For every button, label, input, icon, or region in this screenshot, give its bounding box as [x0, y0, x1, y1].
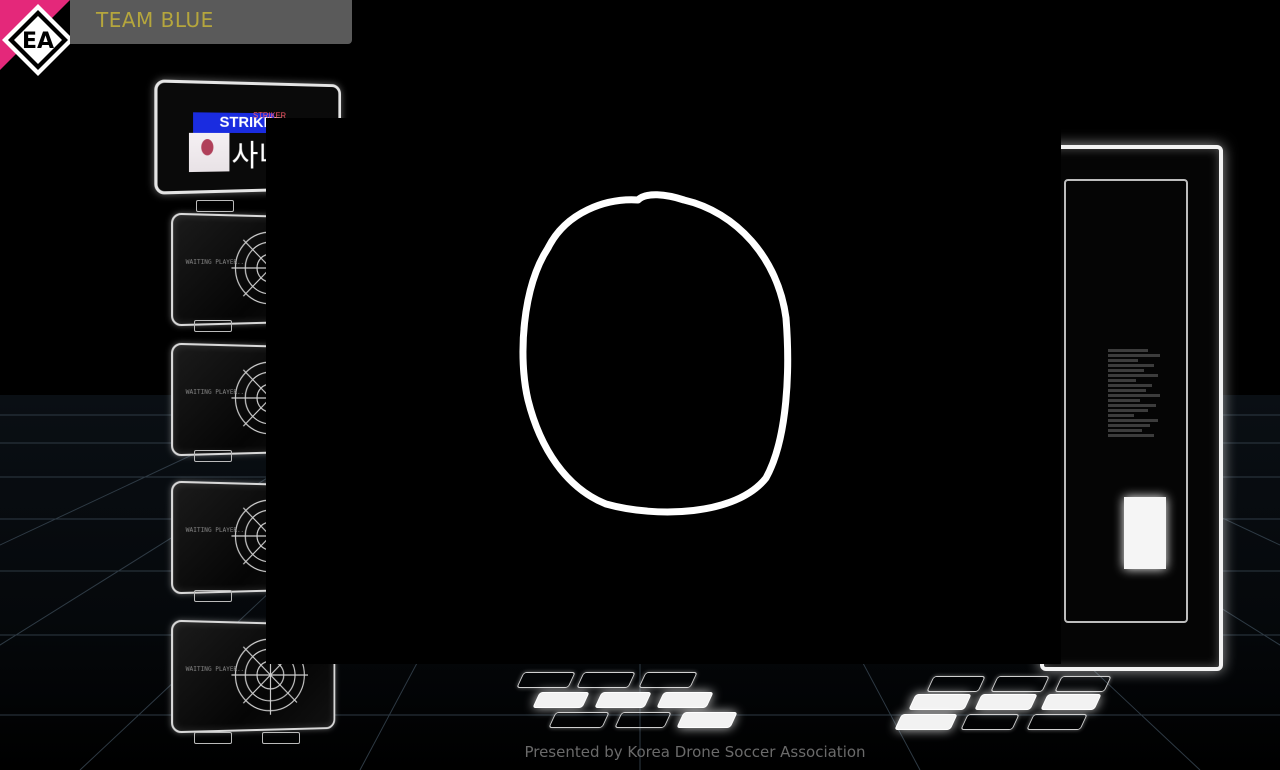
control-pad-lit[interactable]	[908, 694, 972, 710]
team-label: TEAM BLUE	[96, 8, 214, 32]
drawing-overlay[interactable]	[266, 118, 1061, 664]
control-pad-lit[interactable]	[974, 694, 1038, 710]
card-foot-pad	[194, 450, 232, 462]
control-pad[interactable]	[576, 672, 636, 688]
card-foot-pad	[194, 590, 232, 602]
panel-log-lines	[1108, 349, 1168, 439]
control-pad[interactable]	[614, 712, 672, 728]
svg-text:EA: EA	[22, 29, 54, 54]
control-pad[interactable]	[926, 676, 986, 692]
control-pad[interactable]	[1026, 714, 1088, 730]
control-pad[interactable]	[638, 672, 698, 688]
control-pad-lit[interactable]	[594, 692, 652, 708]
control-pad-lit[interactable]	[676, 712, 738, 728]
drawn-circle-stroke	[519, 191, 792, 516]
control-pad[interactable]	[990, 676, 1050, 692]
right-info-panel	[1040, 145, 1223, 671]
control-pad-lit[interactable]	[894, 714, 958, 730]
control-pad[interactable]	[1054, 676, 1112, 692]
control-pad[interactable]	[516, 672, 576, 688]
control-pad[interactable]	[960, 714, 1020, 730]
card-foot-pad	[194, 320, 232, 332]
card-foot-pad	[196, 200, 234, 212]
control-pad-lit[interactable]	[532, 692, 590, 708]
panel-glow-slab	[1124, 497, 1166, 569]
player-avatar	[188, 132, 230, 173]
footer-credit: Presented by Korea Drone Soccer Associat…	[524, 743, 866, 761]
association-logo: EA	[0, 0, 78, 78]
control-pad[interactable]	[548, 712, 610, 728]
control-pad-lit[interactable]	[1040, 694, 1102, 710]
control-pad-lit[interactable]	[656, 692, 714, 708]
